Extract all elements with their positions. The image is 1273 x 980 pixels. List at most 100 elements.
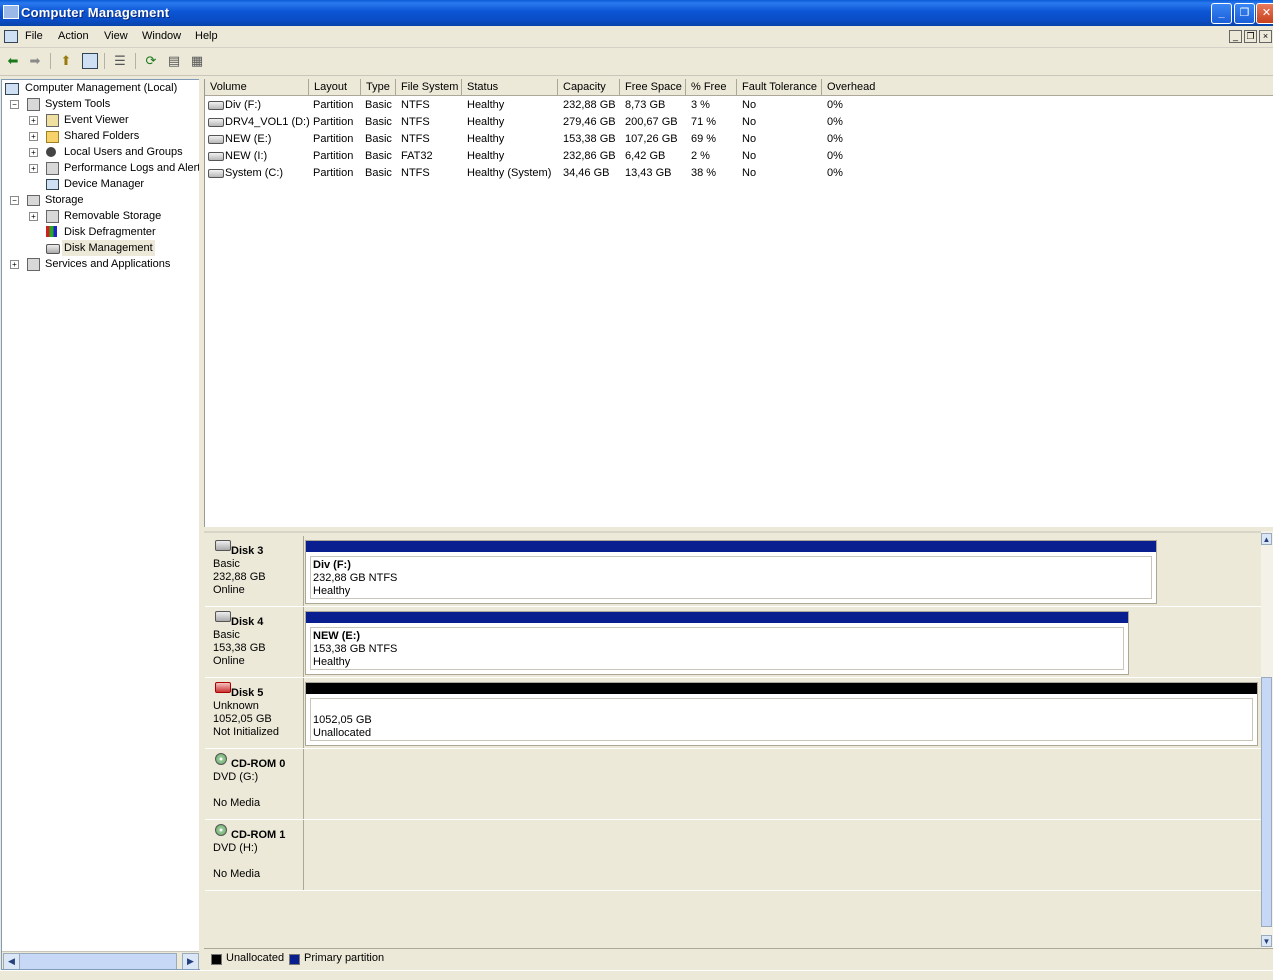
disk-info-disk4[interactable]: Disk 4 Basic 153,38 GB Online bbox=[205, 607, 304, 677]
back-arrow-icon[interactable]: ⬅ bbox=[5, 53, 21, 69]
cell-fault-tolerance: No bbox=[742, 116, 757, 128]
disk-row-cdrom0[interactable]: CD-ROM 0 DVD (G:) No Media bbox=[205, 749, 1261, 820]
cell-fault-tolerance: No bbox=[742, 167, 757, 179]
forward-arrow-icon[interactable]: ➡ bbox=[27, 53, 43, 69]
refresh-icon[interactable]: ⟳ bbox=[143, 53, 159, 69]
graph-vertical-scrollbar[interactable]: ▲ ▼ bbox=[1261, 531, 1273, 949]
expand-icon[interactable]: + bbox=[29, 164, 38, 173]
scroll-right-icon[interactable]: ▶ bbox=[182, 953, 199, 969]
cell-file-system: NTFS bbox=[401, 167, 430, 179]
partition-name: NEW (E:) bbox=[313, 630, 361, 642]
column-header-fault-tolerance[interactable]: Fault Tolerance bbox=[737, 79, 822, 96]
export-list-icon[interactable]: ▤ bbox=[166, 53, 182, 69]
column-header-overhead[interactable]: Overhead bbox=[822, 79, 1273, 96]
drive-icon bbox=[208, 135, 224, 144]
partition-div-f[interactable]: Div (F:) 232,88 GB NTFS Healthy bbox=[305, 540, 1157, 604]
cell-fault-tolerance: No bbox=[742, 133, 757, 145]
help-icon[interactable]: ▦ bbox=[189, 53, 205, 69]
menu-view[interactable]: View bbox=[104, 30, 128, 42]
disk-info-cdrom1[interactable]: CD-ROM 1 DVD (H:) No Media bbox=[205, 820, 304, 890]
performance-icon bbox=[46, 162, 59, 175]
cell-overhead: 0% bbox=[827, 133, 843, 145]
drive-letter: DVD (H:) bbox=[213, 842, 258, 854]
cell-capacity: 34,46 GB bbox=[563, 167, 610, 179]
minimize-button[interactable]: _ bbox=[1211, 3, 1232, 24]
users-icon bbox=[46, 147, 56, 157]
scroll-thumb[interactable] bbox=[1261, 677, 1272, 927]
tree-label-storage: Storage bbox=[45, 194, 84, 206]
cell-free-space: 107,26 GB bbox=[625, 133, 678, 145]
defragmenter-icon bbox=[46, 226, 57, 237]
cell-layout: Partition bbox=[313, 99, 354, 111]
tree-horizontal-scrollbar[interactable]: ◀ ▶ bbox=[2, 951, 199, 969]
volume-list: Volume Layout Type File System Status Ca… bbox=[204, 79, 1273, 527]
cell-type: Basic bbox=[365, 133, 392, 145]
column-header-type[interactable]: Type bbox=[361, 79, 396, 96]
column-header-percent-free[interactable]: % Free bbox=[686, 79, 737, 96]
disk-row-cdrom1[interactable]: CD-ROM 1 DVD (H:) No Media bbox=[205, 820, 1261, 891]
tree-label-disk-management: Disk Management bbox=[62, 240, 155, 256]
child-restore-button[interactable]: ❐ bbox=[1244, 30, 1257, 43]
disk-row-disk5[interactable]: Disk 5 Unknown 1052,05 GB Not Initialize… bbox=[205, 678, 1261, 749]
column-header-free-space[interactable]: Free Space bbox=[620, 79, 686, 96]
title-bar: Computer Management _ ❐ ✕ bbox=[0, 0, 1273, 26]
up-folder-icon[interactable]: ⬆ bbox=[58, 53, 74, 69]
expand-icon[interactable]: + bbox=[29, 212, 38, 221]
disk-info-cdrom0[interactable]: CD-ROM 0 DVD (G:) No Media bbox=[205, 749, 304, 819]
computer-management-icon bbox=[3, 5, 19, 19]
cell-layout: Partition bbox=[313, 150, 354, 162]
disk-row-disk4[interactable]: Disk 4 Basic 153,38 GB Online NEW (E:) 1… bbox=[205, 607, 1261, 678]
disk-info-disk5[interactable]: Disk 5 Unknown 1052,05 GB Not Initialize… bbox=[205, 678, 304, 748]
disk-icon bbox=[215, 540, 231, 551]
show-hide-tree-icon[interactable] bbox=[82, 53, 98, 69]
expand-icon[interactable]: + bbox=[29, 148, 38, 157]
cell-percent-free: 3 % bbox=[691, 99, 710, 111]
expand-icon[interactable]: + bbox=[29, 116, 38, 125]
document-icon[interactable] bbox=[4, 30, 18, 43]
primary-partition-swatch bbox=[289, 954, 300, 965]
console-tree: Computer Management (Local) − System Too… bbox=[1, 79, 200, 970]
scroll-thumb[interactable] bbox=[19, 953, 177, 969]
disk-info-disk3[interactable]: Disk 3 Basic 232,88 GB Online bbox=[205, 536, 304, 606]
maximize-button[interactable]: ❐ bbox=[1234, 3, 1255, 24]
partition-size: 232,88 GB NTFS bbox=[313, 572, 398, 584]
cell-overhead: 0% bbox=[827, 167, 843, 179]
drive-icon bbox=[208, 101, 224, 110]
disk-name: Disk 5 bbox=[231, 687, 264, 699]
column-header-capacity[interactable]: Capacity bbox=[558, 79, 620, 96]
drive-icon bbox=[208, 152, 224, 161]
column-header-status[interactable]: Status bbox=[462, 79, 558, 96]
child-close-button[interactable]: × bbox=[1259, 30, 1272, 43]
tree-label-root: Computer Management (Local) bbox=[25, 82, 178, 94]
menu-help[interactable]: Help bbox=[195, 30, 218, 42]
scroll-down-icon[interactable]: ▼ bbox=[1261, 935, 1272, 947]
disk-status: No Media bbox=[213, 868, 261, 880]
column-header-volume[interactable]: Volume bbox=[205, 79, 309, 96]
window-title: Computer Management bbox=[21, 5, 170, 20]
expand-icon[interactable]: + bbox=[29, 132, 38, 141]
partition-new-e[interactable]: NEW (E:) 153,38 GB NTFS Healthy bbox=[305, 611, 1129, 675]
expand-icon[interactable]: + bbox=[10, 260, 19, 269]
collapse-icon[interactable]: − bbox=[10, 100, 19, 109]
menu-window[interactable]: Window bbox=[142, 30, 181, 42]
disk-management-icon bbox=[46, 244, 60, 254]
menu-file[interactable]: File bbox=[25, 30, 43, 42]
cell-percent-free: 71 % bbox=[691, 116, 717, 128]
menu-action[interactable]: Action bbox=[58, 30, 89, 42]
close-button[interactable]: ✕ bbox=[1256, 3, 1273, 24]
disk-graphical-view: Disk 3 Basic 232,88 GB Online Div (F:) 2… bbox=[204, 531, 1261, 949]
scroll-up-icon[interactable]: ▲ bbox=[1261, 533, 1272, 545]
scroll-left-icon[interactable]: ◀ bbox=[3, 953, 20, 969]
disk-error-icon bbox=[215, 682, 231, 693]
cell-capacity: 232,88 GB bbox=[563, 99, 616, 111]
partition-unallocated[interactable]: 1052,05 GB Unallocated bbox=[305, 682, 1258, 746]
column-header-file-system[interactable]: File System bbox=[396, 79, 462, 96]
column-header-layout[interactable]: Layout bbox=[309, 79, 361, 96]
properties-icon[interactable]: ☰ bbox=[112, 53, 128, 69]
disk-row-disk3[interactable]: Disk 3 Basic 232,88 GB Online Div (F:) 2… bbox=[205, 536, 1261, 607]
collapse-icon[interactable]: − bbox=[10, 196, 19, 205]
partition-status: Healthy bbox=[313, 585, 351, 597]
child-minimize-button[interactable]: _ bbox=[1229, 30, 1242, 43]
cdrom-icon bbox=[215, 824, 227, 836]
toolbar-separator bbox=[104, 53, 105, 69]
